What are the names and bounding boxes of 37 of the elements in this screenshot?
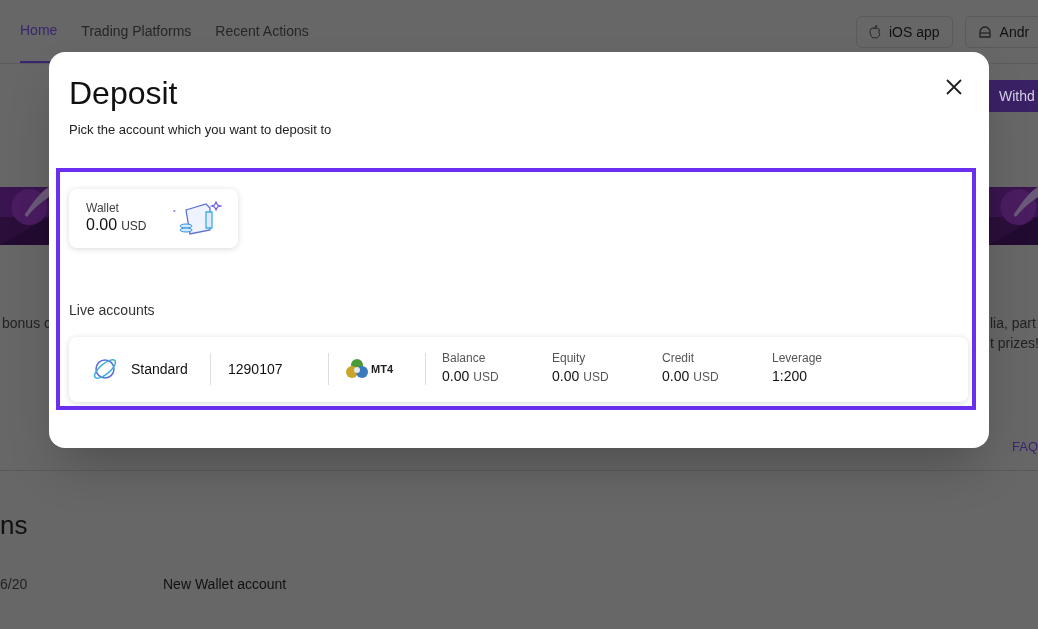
account-card[interactable]: Standard 1290107 MT4 Balance 0.00 USD Equity 0.00 USD Credit 0.00 USD Leverage 1:200 <box>69 336 968 402</box>
wallet-label: Wallet <box>86 200 120 215</box>
promo-text: t prizes! <box>990 334 1038 353</box>
nav-tab[interactable]: Trading Platforms <box>81 21 192 42</box>
account-type: Standard <box>131 359 188 379</box>
platform-logo-icon <box>345 357 369 381</box>
close-button[interactable] <box>945 78 963 96</box>
section-heading: Live accounts <box>69 300 156 320</box>
wallet-card[interactable]: Wallet 0.00 USD <box>69 188 238 248</box>
modal-subtitle: Pick the account which you want to deposit to <box>69 121 333 139</box>
platform-label: MT4 <box>371 361 393 377</box>
promo-text: lia, part <box>990 314 1036 333</box>
nav-tab[interactable]: Recent Actions <box>215 21 309 42</box>
app-button[interactable]: Andr <box>964 16 1038 48</box>
stat-value: 0.00 <box>662 367 690 386</box>
wallet-icon <box>172 200 222 236</box>
stat-value: 0.00 <box>442 367 470 386</box>
currency-label: USD <box>473 369 499 386</box>
faq-link[interactable]: FAQ <box>1012 437 1038 457</box>
currency-label: USD <box>693 369 719 386</box>
app-button[interactable]: iOS app <box>856 16 953 48</box>
apple-icon <box>869 25 881 39</box>
currency-label: USD <box>583 369 609 386</box>
stat-value: 1:200 <box>772 367 808 386</box>
account-number: 1290107 <box>228 359 283 379</box>
stat-label: Credit <box>662 351 695 366</box>
stat-label: Balance <box>442 351 487 366</box>
stat-label: Leverage <box>772 351 824 366</box>
row-date: 6/20 <box>0 575 28 594</box>
wallet-amount: 0.00 <box>86 214 118 235</box>
row-action: New Wallet account <box>163 575 287 594</box>
withdraw-button[interactable]: Withd <box>989 80 1038 112</box>
modal-title: Deposit <box>69 74 178 112</box>
currency-label: USD <box>121 217 147 235</box>
section-heading: ns <box>0 512 28 538</box>
stat-value: 0.00 <box>552 367 580 386</box>
stat-label: Equity <box>552 351 587 366</box>
